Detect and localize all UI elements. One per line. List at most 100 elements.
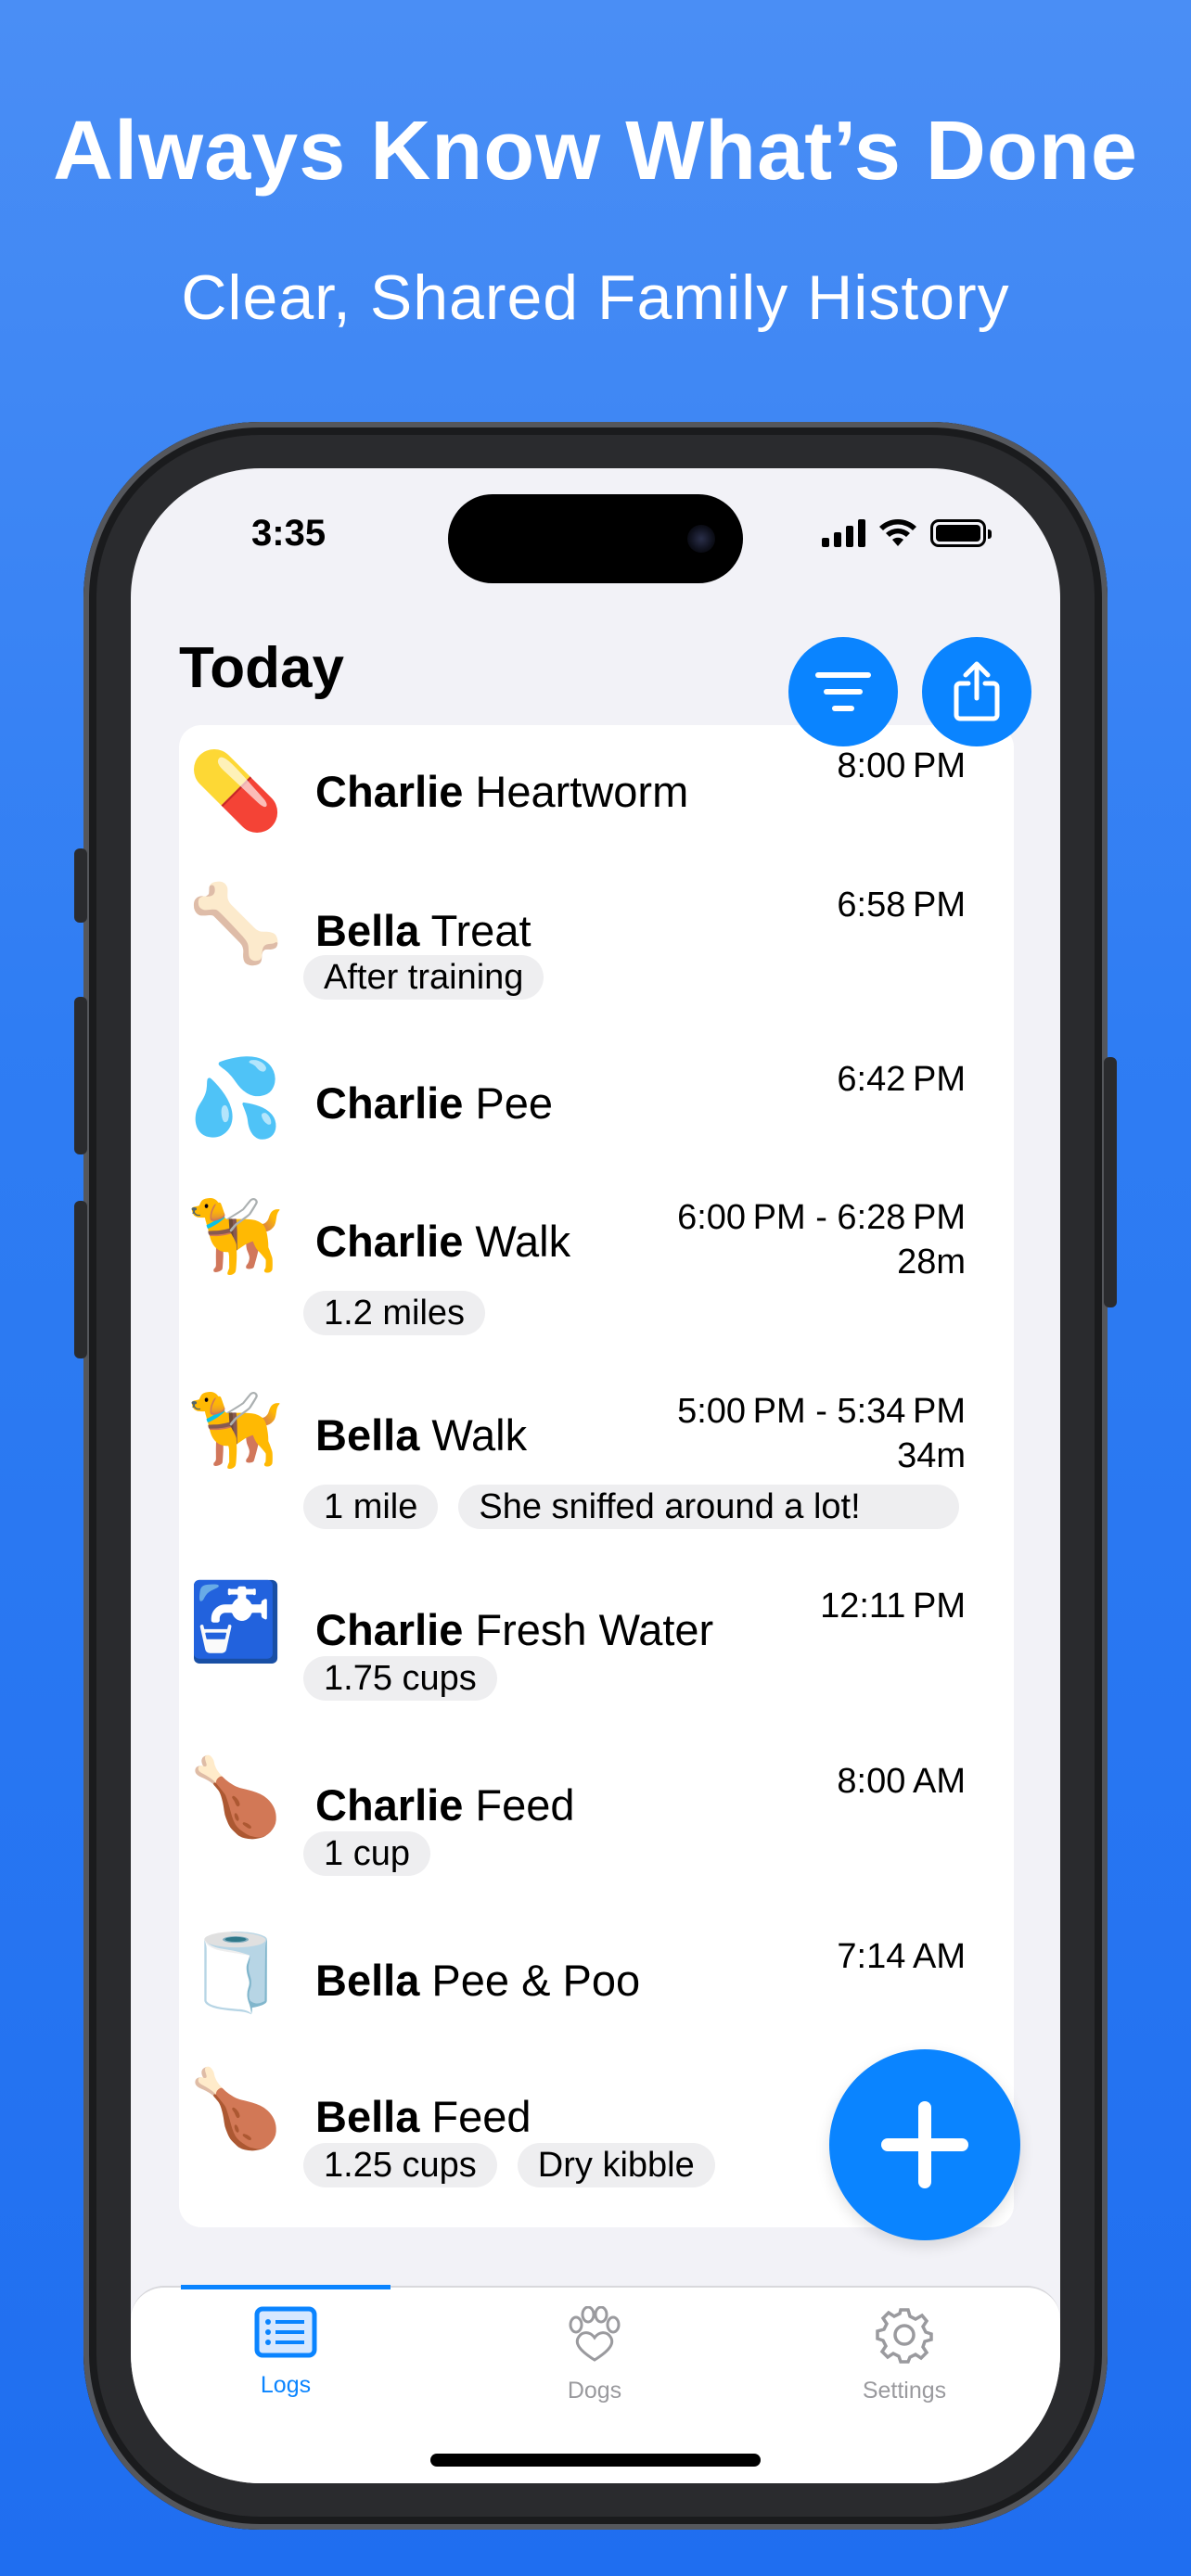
bone-icon: 🦴 [188,882,284,966]
guide-dog-icon: 🦮 [188,1194,284,1279]
log-time: 6:00 PM - 6:28 PM 28m [677,1195,966,1284]
log-chip: 1.25 cups [303,2143,497,2187]
drumstick-icon: 🍗 [188,2067,284,2151]
phone-screen: 3:35 Today 💊 Charlie Heartworm 8:00 PM 🦴 Bel… [131,468,1060,2483]
log-title: Bella Walk [315,1409,527,1460]
log-activity: Fresh Water [475,1605,714,1654]
log-activity: Walk [431,1410,528,1460]
home-indicator [430,2454,761,2467]
log-activity: Walk [475,1217,571,1266]
log-time: 6:58 PM [837,883,966,927]
marketing-subheadline: Clear, Shared Family History [181,262,1010,333]
log-title: Charlie Fresh Water [315,1604,713,1655]
camera-icon [687,525,715,553]
log-row[interactable]: 🍗 Charlie Feed 8:00 AM 1 cup [179,1741,1014,1917]
log-dog-name: Bella [315,906,420,955]
log-chips: 1 mile She sniffed around a lot! [303,1485,960,1529]
log-title: Bella Feed [315,2091,531,2142]
log-duration: 34m [897,1436,966,1475]
pill-icon: 💊 [188,749,284,834]
log-chip: 1 mile [303,1485,439,1529]
log-duration: 28m [897,1243,966,1282]
log-chips: 1.2 miles [303,1291,486,1335]
log-list: 💊 Charlie Heartworm 8:00 PM 🦴 Bella Treat 6:5… [179,725,1014,2227]
filter-button[interactable] [788,637,898,746]
log-dog-name: Bella [315,2092,420,2141]
tab-dogs[interactable]: Dogs [502,2305,687,2404]
log-time: 8:00 PM [837,744,966,788]
volume-down-button [74,1201,87,1358]
log-dog-name: Bella [315,1410,420,1460]
log-time-range: 6:58 PM [837,886,966,925]
log-activity: Pee & Poo [431,1956,641,2005]
log-activity: Heartworm [475,767,689,816]
log-chip: Dry kibble [517,2143,715,2187]
status-time: 3:35 [251,513,327,554]
log-time: 7:14 AM [837,1934,966,1979]
log-dog-name: Bella [315,1956,420,2005]
log-chips: 1 cup [303,1831,430,1876]
volume-up-button [74,997,87,1154]
log-row[interactable]: 🦮 Bella Walk 5:00 PM - 5:34 PM 34m 1 mile She… [179,1371,1014,1547]
battery-icon [930,519,992,547]
plus-icon [881,2101,968,2188]
faucet-icon: 🚰 [188,1580,284,1664]
log-activity: Feed [431,2092,531,2141]
log-activity: Pee [475,1078,554,1128]
tab-selection-indicator [181,2285,391,2289]
log-time-range: 5:00 PM - 5:34 PM [677,1392,966,1431]
log-title: Charlie Pee [315,1078,553,1129]
log-title: Charlie Feed [315,1779,575,1830]
tab-dogs-label: Dogs [567,2378,622,2404]
page-title: Today [179,636,344,700]
log-time-range: 6:42 PM [837,1060,966,1099]
log-chips: After training [303,955,544,1000]
log-row[interactable]: 🦴 Bella Treat 6:58 PM After training [179,864,1014,1040]
dynamic-island [448,494,743,583]
log-chip: 1.2 miles [303,1291,486,1335]
gear-icon [876,2308,933,2364]
log-time-range: 8:00 PM [837,746,966,785]
tab-logs[interactable]: Logs [193,2306,378,2399]
share-button[interactable] [922,637,1031,746]
cellular-signal-icon [822,519,865,547]
drumstick-icon: 🍗 [188,1755,284,1840]
action-button [74,848,87,923]
add-log-button[interactable] [829,2049,1020,2240]
tab-logs-label: Logs [260,2372,312,2398]
droplets-icon: 💦 [188,1056,284,1141]
tab-settings[interactable]: Settings [812,2306,997,2404]
log-time: 8:00 AM [837,1759,966,1804]
log-title: Bella Treat [315,905,531,956]
log-time-range: 6:00 PM - 6:28 PM [677,1198,966,1237]
power-button [1104,1057,1117,1307]
log-row[interactable]: 🚰 Charlie Fresh Water 12:11 PM 1.75 cups [179,1565,1014,1741]
log-dog-name: Charlie [315,1078,464,1128]
log-time-range: 8:00 AM [837,1762,966,1801]
log-row[interactable]: 🦮 Charlie Walk 6:00 PM - 6:28 PM 28m 1.2 mil… [179,1177,1014,1353]
log-chip: After training [303,955,544,1000]
status-icons [822,518,992,548]
log-title: Bella Pee & Poo [315,1955,640,2006]
paw-heart-icon [569,2305,621,2362]
filter-icon [815,672,871,711]
wifi-icon [879,519,916,546]
log-chip: 1 cup [303,1831,430,1876]
log-chips: 1.75 cups [303,1656,497,1701]
log-chips: 1.25 cups Dry kibble [303,2143,715,2187]
log-time-range: 12:11 PM [820,1587,966,1626]
list-icon [254,2306,317,2358]
log-chip: 1.75 cups [303,1656,497,1701]
toilet-paper-icon: 🧻 [188,1931,284,2015]
log-time: 12:11 PM [820,1584,966,1628]
marketing-headline: Always Know What’s Done [53,105,1138,198]
log-activity: Treat [430,906,531,955]
log-dog-name: Charlie [315,1217,464,1266]
log-activity: Feed [475,1780,575,1830]
log-dog-name: Charlie [315,1780,464,1830]
log-time: 5:00 PM - 5:34 PM 34m [677,1389,966,1478]
log-time-range: 7:14 AM [837,1937,966,1976]
log-time: 6:42 PM [837,1057,966,1102]
log-title: Charlie Walk [315,1216,570,1267]
log-chip: She sniffed around a lot! [458,1485,960,1529]
